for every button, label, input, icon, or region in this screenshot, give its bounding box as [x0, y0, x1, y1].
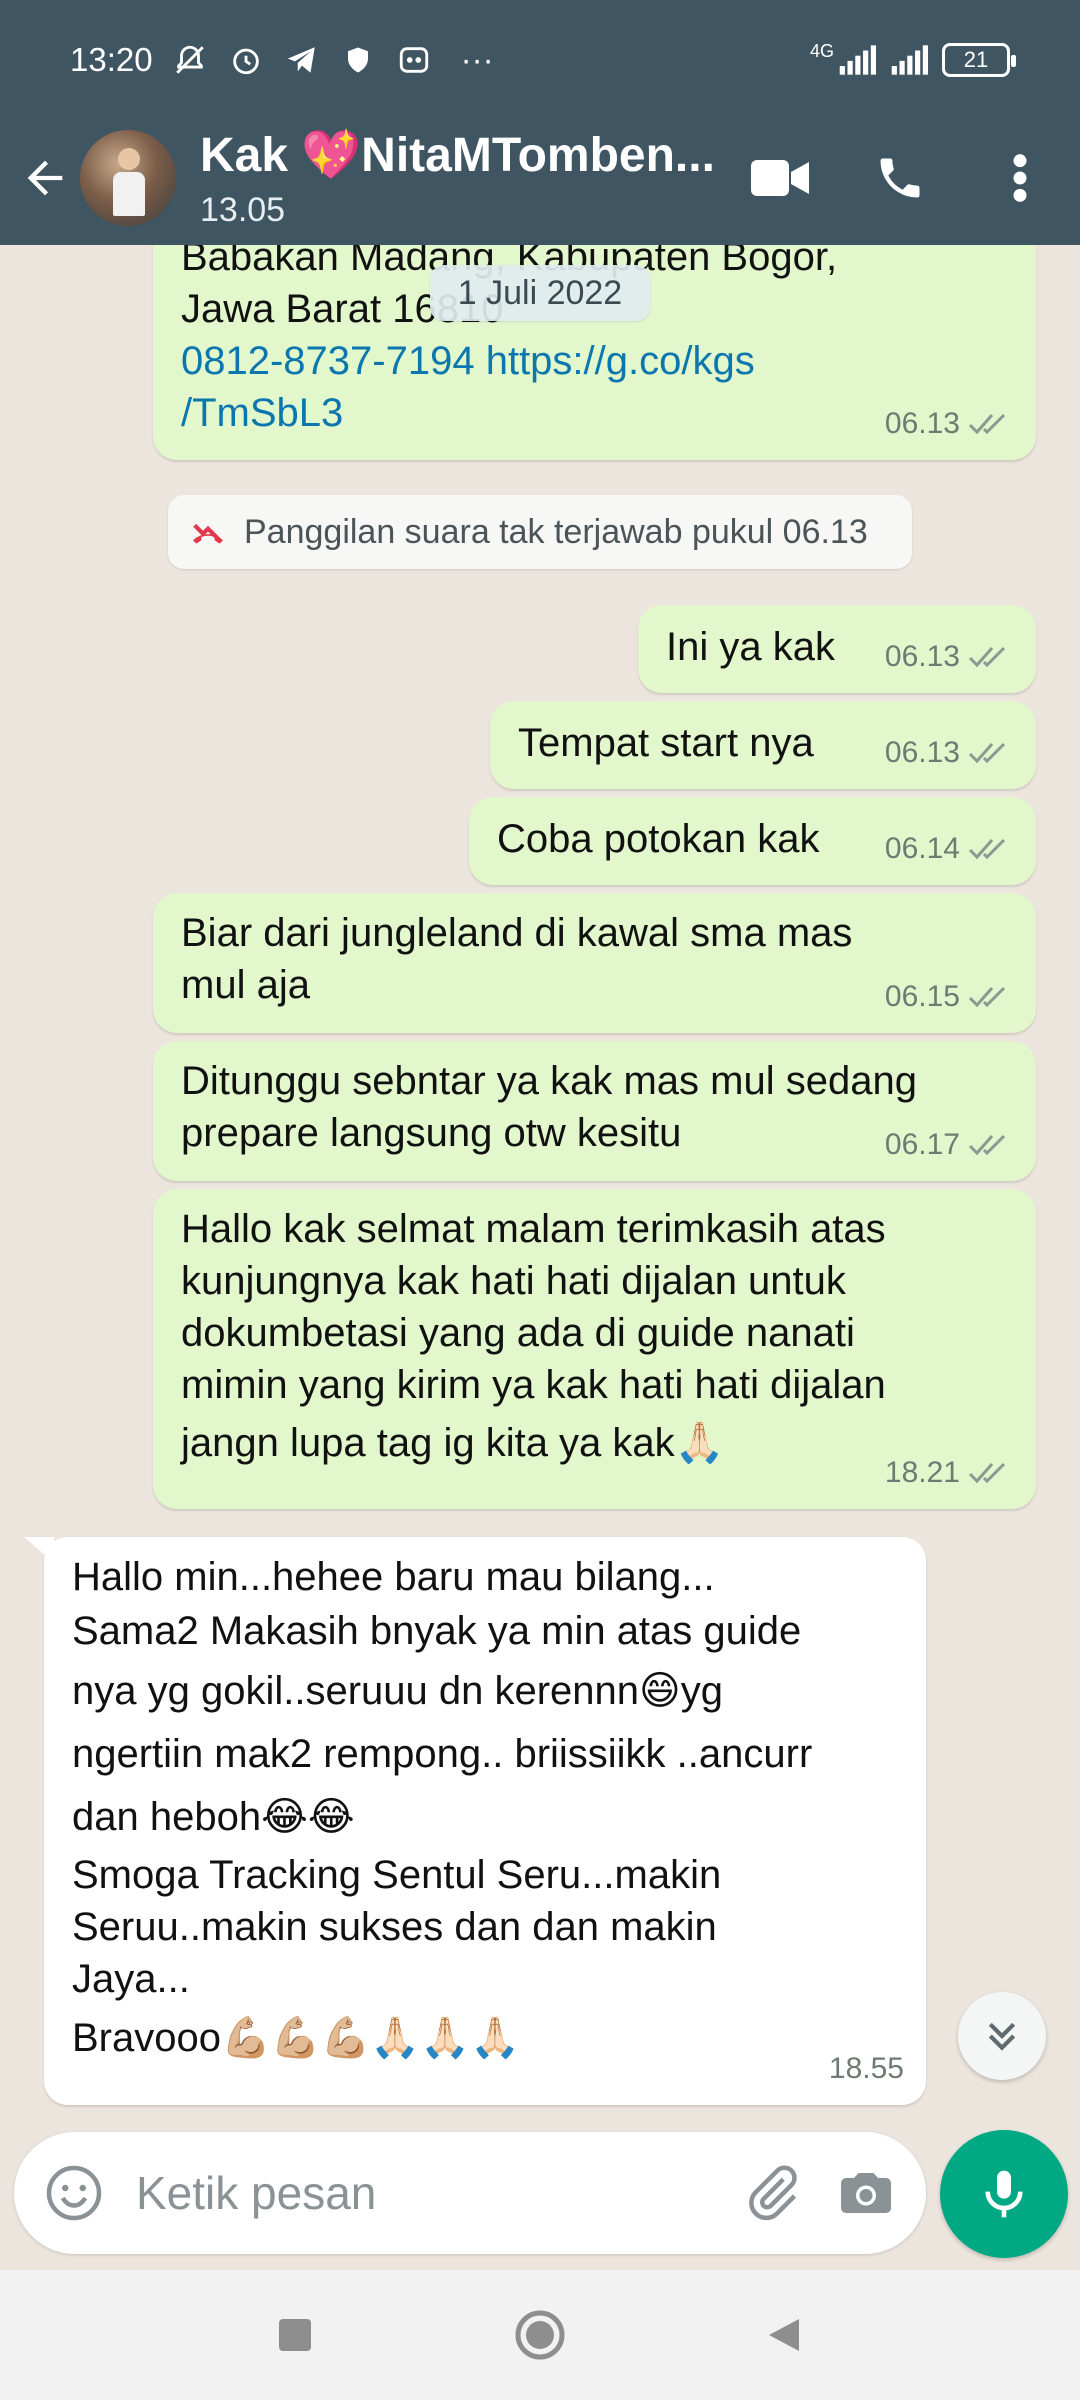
emoji-icon[interactable] — [42, 2161, 106, 2225]
message-composer — [14, 2132, 926, 2254]
network-type: 4G — [809, 40, 834, 61]
circle-icon — [515, 2310, 565, 2360]
battery-level: 21 — [963, 47, 989, 72]
message-link[interactable]: /TmSbL3 — [181, 387, 837, 439]
bubble-tail — [24, 1537, 54, 1563]
message-time: 06.15 — [884, 980, 960, 1013]
status-bar: 13:20 ··· 4G 21 — [0, 0, 1080, 120]
last-seen: 13.05 — [200, 190, 286, 229]
message-line: kunjungnya kak hati hati dijalan untuk — [181, 1259, 846, 1303]
message-meta: 06.15 — [885, 971, 1014, 1023]
message-bubble[interactable]: Coba potokan kak 06.14 — [469, 797, 1036, 885]
message-line: dokumbetasi yang ada di guide nanati — [181, 1311, 855, 1355]
message-time: 06.13 — [884, 736, 960, 769]
message-bubble[interactable]: Hallo kak selmat malam terimkasih atas k… — [153, 1189, 1036, 1509]
read-ticks-icon — [968, 1134, 1006, 1156]
missed-call-icon — [193, 523, 223, 544]
message-meta: 06.13 — [885, 398, 1014, 450]
home-button[interactable] — [510, 2305, 570, 2365]
message-line: Bravooo💪🏼💪🏼💪🏼🙏🏻🙏🏻🙏🏻 — [72, 2016, 520, 2060]
message-time: 18.55 — [828, 2052, 904, 2085]
signal-icon — [838, 41, 876, 79]
message-meta: 06.17 — [885, 1119, 1014, 1171]
message-bubble-incoming[interactable]: Hallo min...hehee baru mau bilang... Sam… — [24, 1537, 926, 2105]
double-chevron-down-icon — [988, 2022, 1016, 2051]
read-ticks-icon — [968, 646, 1006, 668]
message-line: Smoga Tracking Sentul Seru...makin — [72, 1853, 722, 1897]
message-meta: 06.14 — [885, 823, 1014, 875]
voice-record-button[interactable] — [940, 2130, 1068, 2258]
message-input[interactable] — [136, 2166, 740, 2220]
message-time: 06.13 — [884, 640, 960, 673]
message-line: prepare langsung otw kesitu — [181, 1111, 682, 1155]
message-line: Seruu..makin sukses dan dan makin — [72, 1905, 717, 1949]
message-line: nya yg gokil..seruuu dn kerennn😄yg — [72, 1669, 723, 1713]
app-bar: Kak 💖NitaMTomben... 13.05 — [0, 110, 1080, 245]
read-ticks-icon — [968, 986, 1006, 1008]
message-line: jangn lupa tag ig kita ya kak🙏🏻 — [181, 1421, 725, 1465]
system-nav-bar — [0, 2270, 1080, 2400]
telegram-icon — [283, 41, 321, 79]
recent-apps-button[interactable] — [265, 2305, 325, 2365]
message-bubble[interactable]: Tempat start nya 06.13 — [490, 701, 1036, 789]
message-line: mimin yang kirim ya kak hati hati dijala… — [181, 1363, 886, 1407]
message-line: Sama2 Makasih bnyak ya min atas guide — [72, 1609, 802, 1653]
app-notification-icon — [395, 41, 433, 79]
date-chip: 1 Juli 2022 — [430, 265, 650, 321]
video-call-icon[interactable] — [750, 148, 810, 208]
message-time: 06.17 — [884, 1128, 960, 1161]
message-line: Hallo kak selmat malam terimkasih atas — [181, 1207, 886, 1251]
read-ticks-icon — [968, 413, 1006, 435]
message-time: 06.14 — [884, 832, 960, 865]
message-line: Jaya... — [72, 1957, 190, 2001]
read-ticks-icon — [968, 838, 1006, 860]
message-line: Biar dari jungleland di kawal sma mas — [181, 911, 853, 955]
message-text: Ini ya kak — [666, 625, 835, 669]
status-time: 13:20 — [70, 41, 153, 78]
message-line: Hallo min...hehee baru mau bilang... — [72, 1555, 715, 1599]
message-meta: 18.55 — [829, 2043, 904, 2095]
message-text: Coba potokan kak — [497, 817, 820, 861]
back-arrow-icon[interactable] — [0, 128, 90, 228]
mute-bell-icon — [171, 41, 209, 79]
message-link[interactable]: 0812-8737-7194 https://g.co/kgs — [181, 335, 837, 387]
message-text: Tempat start nya — [518, 721, 814, 765]
contact-name: Kak 💖NitaMTomben... — [200, 128, 715, 182]
more-notifications: ··· — [460, 41, 494, 78]
message-bubble[interactable]: Ditunggu sebntar ya kak mas mul sedang p… — [153, 1041, 1036, 1181]
message-bubble[interactable]: Ini ya kak 06.13 — [638, 605, 1036, 693]
battery-icon: 21 — [942, 43, 1016, 77]
missed-call-notice[interactable]: Panggilan suara tak terjawab pukul 06.13 — [168, 495, 912, 569]
microphone-icon — [985, 2170, 1023, 2218]
back-button[interactable] — [755, 2305, 815, 2365]
message-bubble[interactable]: Biar dari jungleland di kawal sma mas mu… — [153, 893, 1036, 1033]
scroll-down-button[interactable] — [958, 1992, 1046, 2080]
message-meta: 06.13 — [885, 727, 1014, 779]
alarm-icon — [227, 41, 265, 79]
signal-icon-2 — [890, 41, 928, 79]
message-time: 18.21 — [884, 1456, 960, 1489]
message-meta: 18.21 — [885, 1447, 1014, 1499]
more-options-icon[interactable] — [990, 148, 1050, 208]
chat-header: 13:20 ··· 4G 21 Kak 💖NitaMTomben... 13.0… — [0, 0, 1080, 245]
message-line: Ditunggu sebntar ya kak mas mul sedang — [181, 1059, 917, 1103]
message-line: ngertiin mak2 rempong.. briissiikk ..anc… — [72, 1732, 813, 1776]
attach-icon[interactable] — [740, 2161, 804, 2225]
chat-area[interactable]: Babakan Madang, Kabupaten Bogor, Jawa Ba… — [0, 245, 1080, 2125]
square-icon — [279, 2319, 311, 2351]
contact-info[interactable]: Kak 💖NitaMTomben... 13.05 — [200, 126, 715, 230]
read-ticks-icon — [968, 742, 1006, 764]
triangle-back-icon — [769, 2319, 799, 2351]
voice-call-icon[interactable] — [870, 148, 930, 208]
message-line: mul aja — [181, 963, 310, 1007]
avatar[interactable] — [80, 129, 176, 226]
message-line: dan heboh😂😂 — [72, 1795, 355, 1839]
message-time: 06.13 — [884, 407, 960, 440]
read-ticks-icon — [968, 1462, 1006, 1484]
camera-icon[interactable] — [834, 2161, 898, 2225]
missed-call-text: Panggilan suara tak terjawab pukul 06.13 — [244, 512, 868, 551]
message-meta: 06.13 — [885, 631, 1014, 683]
shield-icon — [339, 41, 377, 79]
